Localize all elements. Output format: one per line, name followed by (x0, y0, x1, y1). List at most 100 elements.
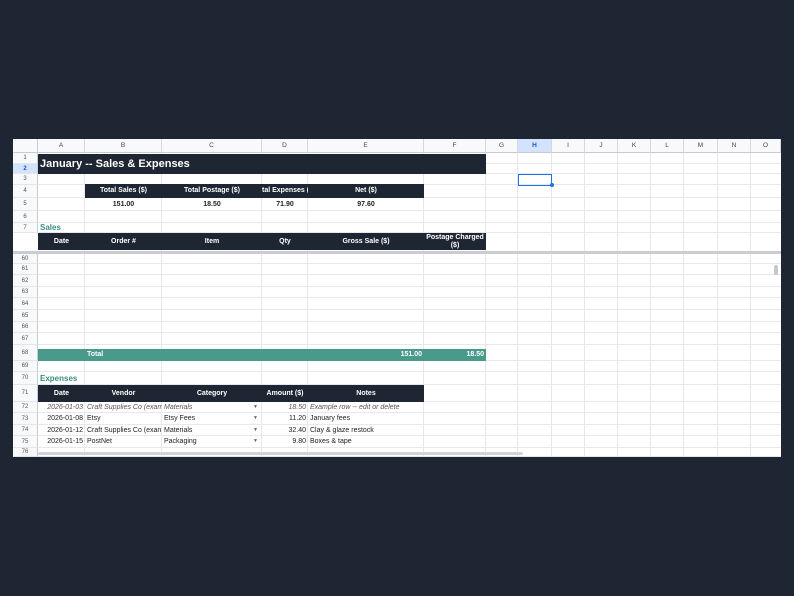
row-header-67[interactable]: 67 (13, 333, 38, 345)
expense-notes[interactable]: Boxes & tape (310, 436, 422, 447)
summary-total-sales[interactable]: 151.00 (85, 199, 162, 211)
summary-header-total-postage[interactable]: Total Postage ($) (162, 184, 262, 198)
expense-date[interactable]: 2026-01-08 (38, 413, 83, 424)
row-header-74[interactable]: 74 (13, 425, 38, 436)
column-header-g[interactable]: G (486, 139, 518, 153)
column-header-h[interactable]: H (518, 139, 552, 153)
spreadsheet-grid[interactable]: ABCDEFGHIJKLMNO 1 2 3 4 5 6 7 60 61 62 63 64 65 66 67 6… (13, 139, 781, 457)
sales-header-qty[interactable]: Qty (262, 233, 308, 250)
horizontal-scrollbar[interactable] (38, 452, 523, 455)
expenses-header-date[interactable]: Date (38, 385, 85, 402)
sales-header-order[interactable]: Order # (85, 233, 162, 250)
column-gridline (551, 153, 552, 457)
sheet-title[interactable]: January -- Sales & Expenses (40, 156, 480, 172)
row-header-60[interactable]: 60 (13, 254, 38, 264)
fill-handle[interactable] (550, 183, 554, 187)
expense-amount[interactable]: 11.20 (262, 413, 306, 424)
column-gridline (485, 153, 486, 457)
column-header-c[interactable]: C (162, 139, 262, 153)
expense-date[interactable]: 2026-01-12 (38, 425, 83, 436)
column-header-a[interactable]: A (38, 139, 85, 153)
expense-category[interactable]: Materials (164, 402, 254, 413)
column-header-j[interactable]: J (585, 139, 618, 153)
category-dropdown-icon[interactable]: ▼ (253, 404, 258, 410)
summary-total-postage[interactable]: 18.50 (162, 199, 262, 211)
row-header-61[interactable]: 61 (13, 264, 38, 275)
row-header-71[interactable]: 71 (13, 385, 38, 402)
expenses-header-notes[interactable]: Notes (308, 385, 424, 402)
column-gridline (584, 153, 585, 457)
column-gridline (617, 153, 618, 457)
column-header-k[interactable]: K (618, 139, 651, 153)
expenses-header-category[interactable]: Category (162, 385, 262, 402)
sales-section-label[interactable]: Sales (40, 223, 100, 233)
expense-category[interactable]: Materials (164, 425, 254, 436)
column-header-e[interactable]: E (308, 139, 424, 153)
row-header-69[interactable]: 69 (13, 361, 38, 372)
expense-vendor[interactable]: Etsy (87, 413, 162, 424)
sales-total-postage[interactable]: 18.50 (424, 349, 484, 361)
expense-notes[interactable]: Example row -- edit or delete (310, 402, 422, 413)
row-header-62[interactable]: 62 (13, 275, 38, 287)
column-header-i[interactable]: I (552, 139, 585, 153)
category-dropdown-icon[interactable]: ▼ (253, 427, 258, 433)
column-gridline (683, 153, 684, 457)
expense-date[interactable]: 2026-01-03 (38, 402, 83, 413)
sales-header-gross[interactable]: Gross Sale ($) (308, 233, 424, 250)
row-header-1[interactable]: 1 (13, 153, 38, 164)
sales-header-item[interactable]: Item (162, 233, 262, 250)
row-header-66[interactable]: 66 (13, 322, 38, 333)
expense-vendor[interactable]: PostNet (87, 436, 162, 447)
row-header-3[interactable]: 3 (13, 174, 38, 185)
expense-category[interactable]: Packaging (164, 436, 254, 447)
row-header-2[interactable]: 2 (13, 164, 38, 174)
sales-total-label[interactable]: Total (87, 349, 147, 361)
select-all-corner[interactable] (13, 139, 38, 153)
vertical-scrollbar[interactable] (774, 265, 778, 275)
expenses-section-label[interactable]: Expenses (40, 374, 120, 384)
row-header-65[interactable]: 65 (13, 310, 38, 322)
column-header-m[interactable]: M (684, 139, 718, 153)
row-header-5[interactable]: 5 (13, 198, 38, 211)
row-header-76[interactable]: 76 (13, 448, 38, 457)
row-header-7[interactable]: 7 (13, 223, 38, 233)
expense-vendor[interactable]: Craft Supplies Co (exampl (87, 402, 162, 413)
expense-amount[interactable]: 32.40 (262, 425, 306, 436)
expenses-header-vendor[interactable]: Vendor (85, 385, 162, 402)
sales-total-gross[interactable]: 151.00 (308, 349, 422, 361)
column-header-f[interactable]: F (424, 139, 486, 153)
sales-header-postage[interactable]: Postage Charged ($) (424, 233, 486, 250)
expense-notes[interactable]: Clay & glaze restock (310, 425, 422, 436)
summary-total-expenses[interactable]: 71.90 (262, 199, 308, 211)
expense-category[interactable]: Etsy Fees (164, 413, 254, 424)
expense-vendor[interactable]: Craft Supplies Co (exan (87, 425, 162, 436)
summary-net[interactable]: 97.60 (308, 199, 424, 211)
row-header-6[interactable]: 6 (13, 211, 38, 223)
frozen-rows-divider[interactable] (13, 251, 781, 254)
expense-amount[interactable]: 9.80 (262, 436, 306, 447)
category-dropdown-icon[interactable]: ▼ (253, 438, 258, 444)
row-header-70[interactable]: 70 (13, 372, 38, 385)
row-header-72[interactable]: 72 (13, 402, 38, 413)
summary-header-net[interactable]: Net ($) (308, 184, 424, 198)
column-header-b[interactable]: B (85, 139, 162, 153)
selected-cell[interactable] (518, 174, 552, 186)
row-header-75[interactable]: 75 (13, 436, 38, 448)
sales-header-date[interactable]: Date (38, 233, 85, 250)
column-header-l[interactable]: L (651, 139, 684, 153)
row-header-68[interactable]: 68 (13, 345, 38, 361)
row-header-4[interactable]: 4 (13, 185, 38, 198)
expenses-header-amount[interactable]: Amount ($) (262, 385, 308, 402)
expense-amount[interactable]: 18.50 (262, 402, 306, 413)
row-header-64[interactable]: 64 (13, 298, 38, 310)
summary-header-total-expenses[interactable]: tal Expenses ( (262, 184, 308, 198)
expense-notes[interactable]: January fees (310, 413, 422, 424)
category-dropdown-icon[interactable]: ▼ (253, 415, 258, 421)
column-header-n[interactable]: N (718, 139, 751, 153)
expense-date[interactable]: 2026-01-15 (38, 436, 83, 447)
column-header-d[interactable]: D (262, 139, 308, 153)
summary-header-total-sales[interactable]: Total Sales ($) (85, 184, 162, 198)
column-header-o[interactable]: O (751, 139, 781, 153)
row-header-63[interactable]: 63 (13, 287, 38, 298)
row-header-73[interactable]: 73 (13, 413, 38, 425)
